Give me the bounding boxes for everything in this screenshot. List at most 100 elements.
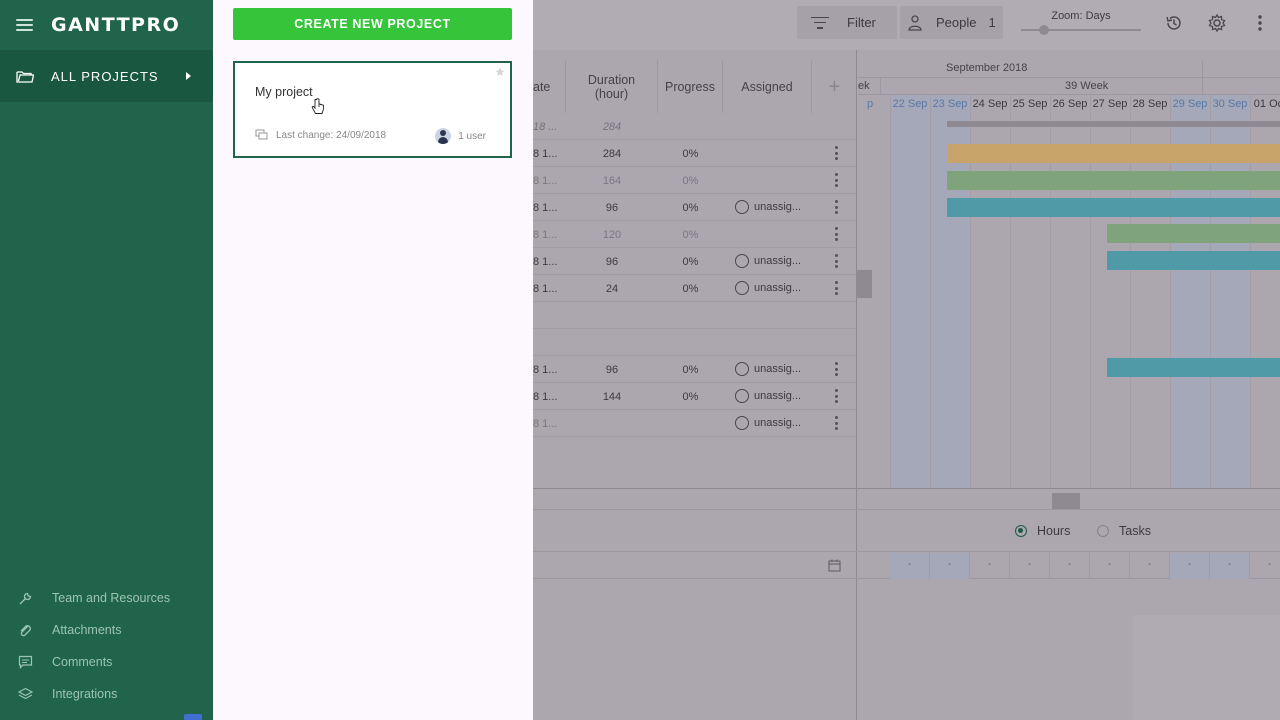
sidebar-item-label: Comments bbox=[52, 655, 113, 669]
row-menu-icon[interactable] bbox=[835, 200, 838, 214]
sidebar-item-comments[interactable]: Comments bbox=[0, 646, 213, 678]
resource-cell[interactable]: - bbox=[890, 553, 930, 579]
column-header-assigned[interactable]: Assigned bbox=[723, 60, 812, 113]
grid-timeline-divider[interactable] bbox=[856, 50, 857, 720]
wrench-icon bbox=[17, 590, 33, 606]
create-new-project-button[interactable]: CREATE NEW PROJECT bbox=[233, 8, 512, 40]
history-icon[interactable] bbox=[1164, 13, 1184, 33]
cell-date: 8 1... bbox=[533, 148, 558, 160]
day-label: 25 Sep bbox=[1012, 98, 1048, 110]
filter-button[interactable]: Filter bbox=[797, 6, 897, 39]
hamburger-menu-icon[interactable] bbox=[16, 19, 33, 31]
assigned-text: unassig... bbox=[754, 201, 802, 213]
zoom-label: Zoom: Days bbox=[1051, 10, 1111, 22]
table-row[interactable] bbox=[533, 302, 857, 329]
table-row[interactable]: 8 1... 120 0% bbox=[533, 221, 857, 248]
month-label: September 2018 bbox=[946, 62, 1028, 74]
task-bar[interactable] bbox=[1107, 251, 1280, 270]
column-header-duration[interactable]: Duration (hour) bbox=[566, 60, 658, 113]
day-label: 01 Oct bbox=[1253, 98, 1280, 110]
day-label: 23 Sep bbox=[932, 98, 968, 110]
table-row[interactable]: 8 1... 24 0% unassig... bbox=[533, 275, 857, 302]
sidebar-item-integrations[interactable]: Integrations bbox=[0, 678, 213, 710]
project-card[interactable]: My project Last change: 24/09/2018 1 use… bbox=[233, 61, 512, 158]
row-menu-icon[interactable] bbox=[835, 389, 838, 403]
zoom-slider[interactable]: Zoom: Days bbox=[1021, 10, 1141, 35]
sidebar-item-team-and-resources[interactable]: Team and Resources bbox=[0, 582, 213, 614]
summary-bar[interactable] bbox=[947, 121, 1280, 127]
table-row[interactable]: 8 1... 284 0% bbox=[533, 140, 857, 167]
collapse-resources-handle[interactable] bbox=[1052, 493, 1080, 509]
people-label: People bbox=[936, 15, 977, 30]
user-count: 1 user bbox=[458, 130, 486, 142]
zoom-knob[interactable] bbox=[1039, 25, 1049, 35]
tasks-radio[interactable]: Tasks bbox=[1097, 524, 1151, 538]
row-menu-icon[interactable] bbox=[835, 281, 838, 295]
resource-cell[interactable]: - bbox=[1130, 553, 1170, 579]
row-menu-icon[interactable] bbox=[835, 416, 838, 430]
project-users: 1 user bbox=[435, 128, 486, 144]
people-count: 1 bbox=[988, 15, 996, 30]
task-bar[interactable] bbox=[947, 198, 1280, 217]
resource-preview bbox=[1133, 615, 1280, 720]
caret-right-icon bbox=[186, 72, 191, 80]
project-title[interactable]: My project bbox=[255, 85, 313, 99]
calendar-icon[interactable] bbox=[828, 559, 841, 572]
more-vertical-icon[interactable] bbox=[1250, 13, 1270, 33]
weekend-column bbox=[890, 94, 930, 488]
collapse-grid-handle[interactable] bbox=[856, 270, 872, 298]
row-menu-icon[interactable] bbox=[835, 362, 838, 376]
table-row[interactable]: 8 1... 164 0% bbox=[533, 167, 857, 194]
task-bar[interactable] bbox=[947, 144, 1280, 163]
resource-cell[interactable]: - bbox=[970, 553, 1010, 579]
task-bar[interactable] bbox=[1107, 358, 1280, 377]
cell-assigned[interactable]: unassig... bbox=[735, 254, 801, 268]
resource-cell[interactable]: - bbox=[1170, 553, 1210, 579]
table-row[interactable]: 18 ... 284 bbox=[533, 113, 857, 140]
resource-cell[interactable]: - bbox=[1250, 553, 1280, 579]
cell-assigned[interactable]: unassig... bbox=[735, 281, 801, 295]
cell-assigned[interactable]: unassig... bbox=[735, 389, 801, 403]
hours-label: Hours bbox=[1037, 524, 1071, 538]
star-icon[interactable] bbox=[495, 67, 505, 77]
table-row[interactable]: 8 1... 144 0% unassig... bbox=[533, 383, 857, 410]
table-row[interactable] bbox=[533, 329, 857, 356]
day-label: p bbox=[866, 98, 874, 110]
row-menu-icon[interactable] bbox=[835, 173, 838, 187]
gantt-toolbar: Filter People 1 Zoom: Days bbox=[533, 0, 1280, 50]
table-row[interactable]: 8 1... unassig... bbox=[533, 410, 857, 437]
row-menu-icon[interactable] bbox=[835, 254, 838, 268]
hand-cursor-icon bbox=[311, 98, 324, 114]
task-bar[interactable] bbox=[1107, 224, 1280, 243]
resource-cell[interactable]: - bbox=[1010, 553, 1050, 579]
day-label: 26 Sep bbox=[1052, 98, 1088, 110]
project-last-change: Last change: 24/09/2018 bbox=[255, 129, 386, 141]
sidebar-item-attachments[interactable]: Attachments bbox=[0, 614, 213, 646]
unassigned-avatar-icon bbox=[735, 200, 749, 214]
notification-badge bbox=[184, 714, 202, 720]
column-header-date[interactable]: ate bbox=[533, 60, 566, 113]
row-menu-icon[interactable] bbox=[835, 227, 838, 241]
cell-duration: 96 bbox=[605, 364, 619, 376]
resource-cell[interactable]: - bbox=[930, 553, 970, 579]
column-header-progress[interactable]: Progress bbox=[658, 60, 723, 113]
gear-icon[interactable] bbox=[1207, 13, 1227, 33]
resource-cell[interactable]: - bbox=[1050, 553, 1090, 579]
week-label: 39 Week bbox=[1065, 80, 1109, 92]
cell-assigned[interactable]: unassig... bbox=[735, 416, 801, 430]
cell-assigned[interactable]: unassig... bbox=[735, 362, 801, 376]
resource-cell[interactable]: - bbox=[1090, 553, 1130, 579]
table-row[interactable]: 8 1... 96 0% unassig... bbox=[533, 356, 857, 383]
cell-assigned[interactable]: unassig... bbox=[735, 200, 801, 214]
task-bar[interactable] bbox=[947, 171, 1280, 190]
hours-radio[interactable]: Hours bbox=[1015, 524, 1070, 538]
resource-cell[interactable]: - bbox=[1210, 553, 1250, 579]
sidebar-item-all-projects[interactable]: ALL PROJECTS bbox=[0, 50, 213, 102]
people-button[interactable]: People 1 bbox=[900, 6, 1003, 39]
table-row[interactable]: 8 1... 96 0% unassig... bbox=[533, 194, 857, 221]
grid-header: ate Duration (hour) Progress Assigned + bbox=[533, 60, 857, 113]
zoom-track[interactable] bbox=[1021, 25, 1141, 35]
person-icon bbox=[908, 14, 922, 31]
table-row[interactable]: 8 1... 96 0% unassig... bbox=[533, 248, 857, 275]
row-menu-icon[interactable] bbox=[835, 146, 838, 160]
